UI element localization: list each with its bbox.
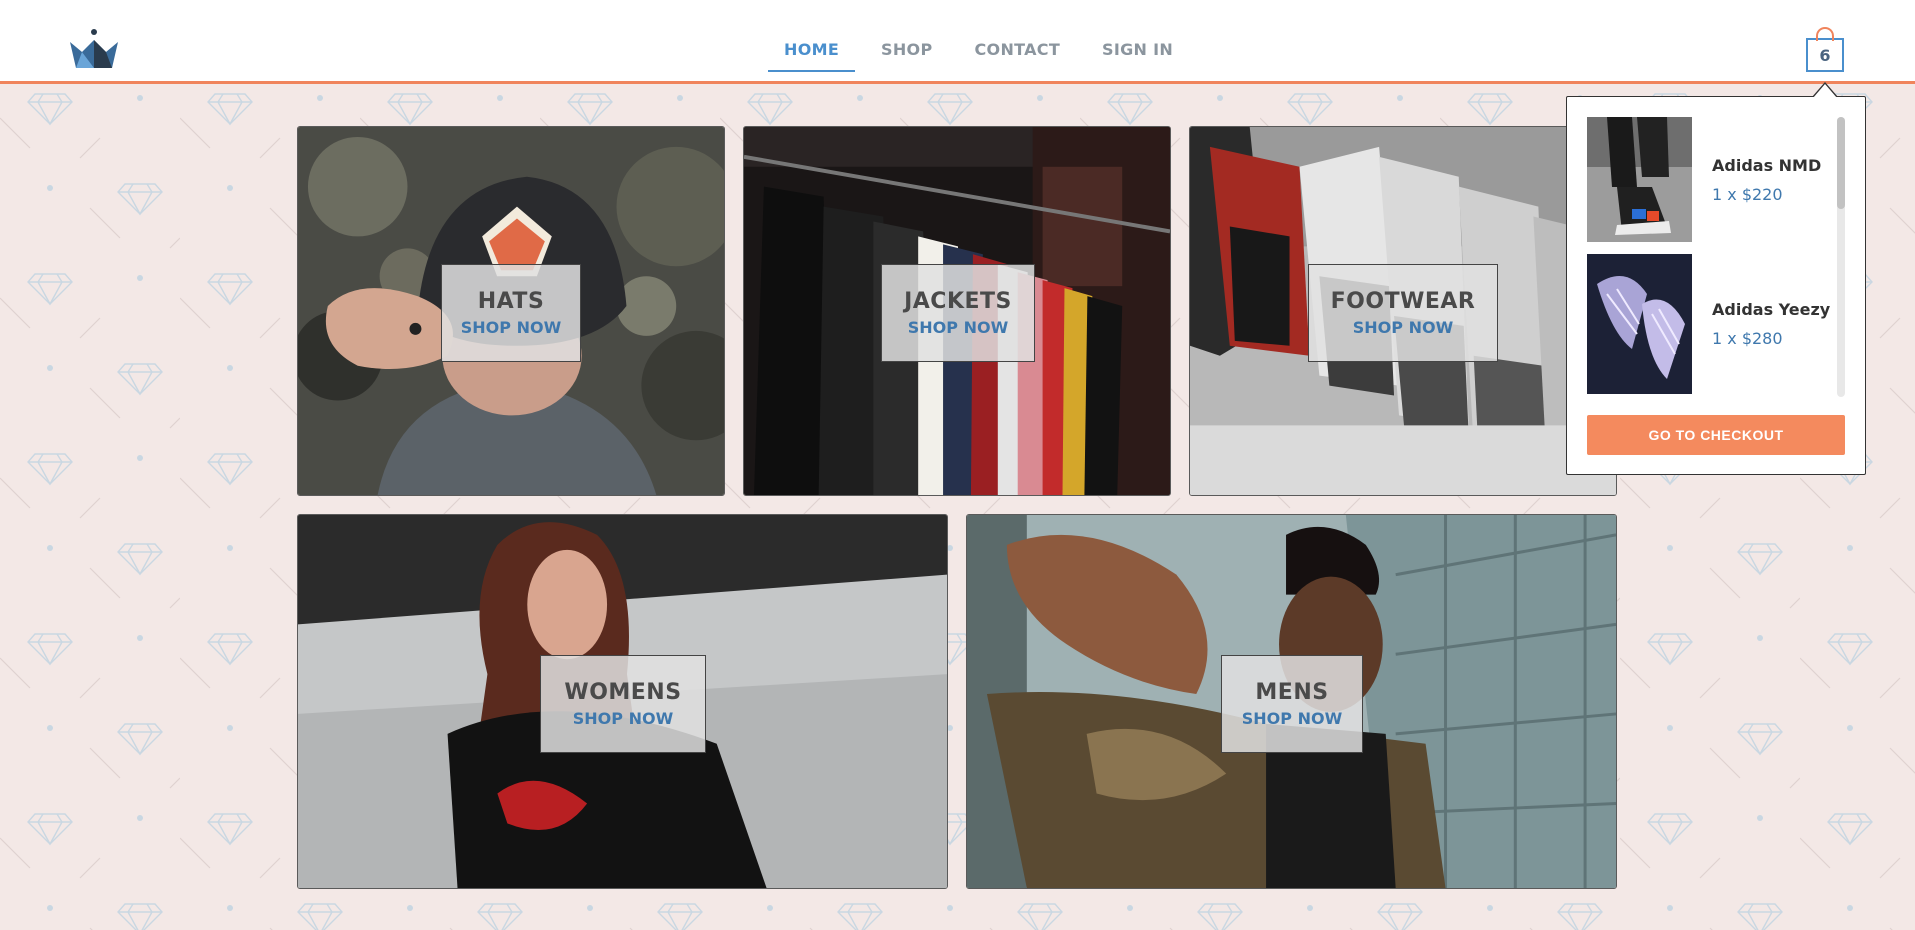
shop-now-link[interactable]: SHOP NOW [1242, 709, 1342, 728]
shop-now-link[interactable]: SHOP NOW [573, 709, 673, 728]
tile-title: HATS [477, 289, 545, 314]
cart-dropdown: Adidas NMD 1 x $220 Adidas Yeezy 1 x $28… [1566, 96, 1866, 475]
tile-mens[interactable]: MENS SHOP NOW [966, 514, 1617, 889]
cart-item-info: Adidas NMD 1 x $220 [1712, 117, 1821, 242]
tile-hats[interactable]: HATS SHOP NOW [297, 126, 725, 496]
tile-title: WOMENS [564, 680, 682, 705]
tile-title: MENS [1255, 680, 1329, 705]
cart-item-name: Adidas Yeezy [1712, 300, 1831, 319]
nav-contact[interactable]: CONTACT [959, 28, 1077, 72]
tile-label-mens: MENS SHOP NOW [1221, 655, 1363, 753]
nav-shop[interactable]: SHOP [865, 28, 948, 72]
nav-home[interactable]: HOME [768, 28, 856, 72]
cart-item-name: Adidas NMD [1712, 155, 1822, 175]
tile-womens[interactable]: WOMENS SHOP NOW [297, 514, 948, 889]
tile-label-womens: WOMENS SHOP NOW [540, 655, 706, 753]
cart-scrollbar[interactable] [1837, 117, 1845, 397]
cart-item[interactable]: Adidas Yeezy 1 x $280 [1587, 254, 1847, 394]
shop-now-link[interactable]: SHOP NOW [908, 318, 1008, 337]
cart-item-info: Adidas Yeezy 1 x $280 [1712, 254, 1830, 394]
tile-label-footwear: FOOTWEAR SHOP NOW [1308, 264, 1498, 362]
cart-count-badge: 6 [1819, 45, 1831, 65]
cart-dropdown-arrow-inner [1813, 84, 1837, 98]
tile-jackets[interactable]: JACKETS SHOP NOW [743, 126, 1171, 496]
bag-handle [1816, 27, 1834, 41]
tile-label-hats: HATS SHOP NOW [441, 264, 581, 362]
tile-footwear[interactable]: FOOTWEAR SHOP NOW [1189, 126, 1617, 496]
go-to-checkout-button[interactable]: GO TO CHECKOUT [1587, 415, 1845, 455]
cart-item-qty-price: 1 x $280 [1712, 329, 1783, 348]
cart-scrollbar-thumb[interactable] [1837, 117, 1845, 209]
cart-item-qty-price: 1 x $220 [1712, 184, 1783, 204]
tile-title: FOOTWEAR [1330, 289, 1476, 314]
nav-sign-in[interactable]: SIGN IN [1086, 28, 1189, 72]
tile-title: JACKETS [904, 289, 1012, 314]
main-nav: HOME SHOP CONTACT SIGN IN [768, 28, 1199, 72]
crown-logo-icon[interactable] [68, 28, 120, 72]
tile-label-jackets: JACKETS SHOP NOW [881, 264, 1035, 362]
shop-now-link[interactable]: SHOP NOW [461, 318, 561, 337]
site-header: HOME SHOP CONTACT SIGN IN 6 [0, 0, 1915, 84]
cart-item[interactable]: Adidas NMD 1 x $220 [1587, 117, 1847, 242]
cart-item-thumbnail [1587, 117, 1692, 242]
cart-item-thumbnail [1587, 254, 1692, 394]
shop-now-link[interactable]: SHOP NOW [1353, 318, 1453, 337]
shopping-bag-icon[interactable]: 6 [1806, 27, 1844, 72]
